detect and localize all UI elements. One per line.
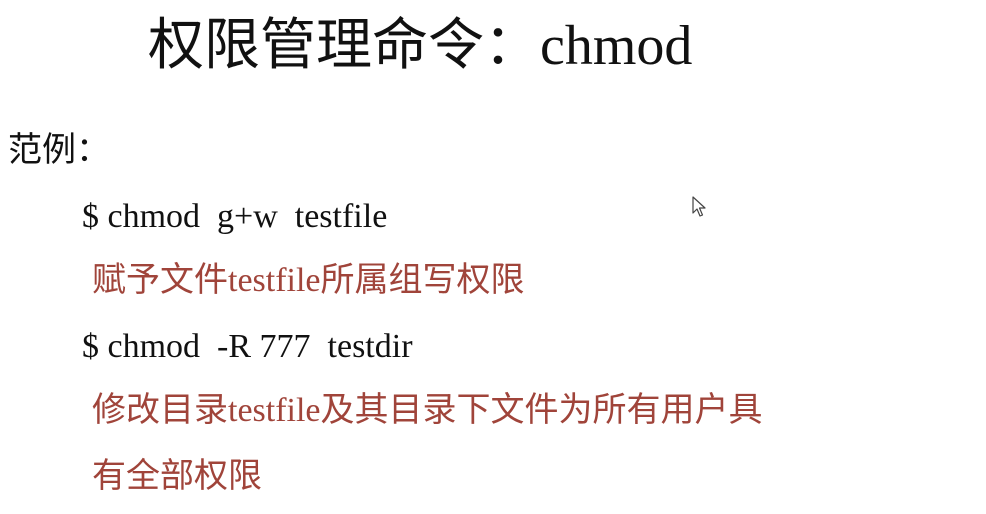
example-label: 范例：: [8, 132, 110, 169]
slide: 权限管理命令：chmod 范例： $ chmod g+w testfile 赋予…: [0, 0, 986, 514]
example-command-1: $ chmod g+w testfile: [82, 198, 388, 235]
example-description-2-line-1: 修改目录testfile及其目录下文件为所有用户具: [92, 392, 763, 429]
mouse-pointer-icon: [692, 196, 706, 217]
example-description-2-line-2: 有全部权限: [92, 458, 262, 495]
example-command-2: $ chmod -R 777 testdir: [82, 328, 413, 365]
example-description-1: 赋予文件testfile所属组写权限: [92, 262, 525, 299]
slide-title: 权限管理命令：chmod: [148, 15, 693, 77]
